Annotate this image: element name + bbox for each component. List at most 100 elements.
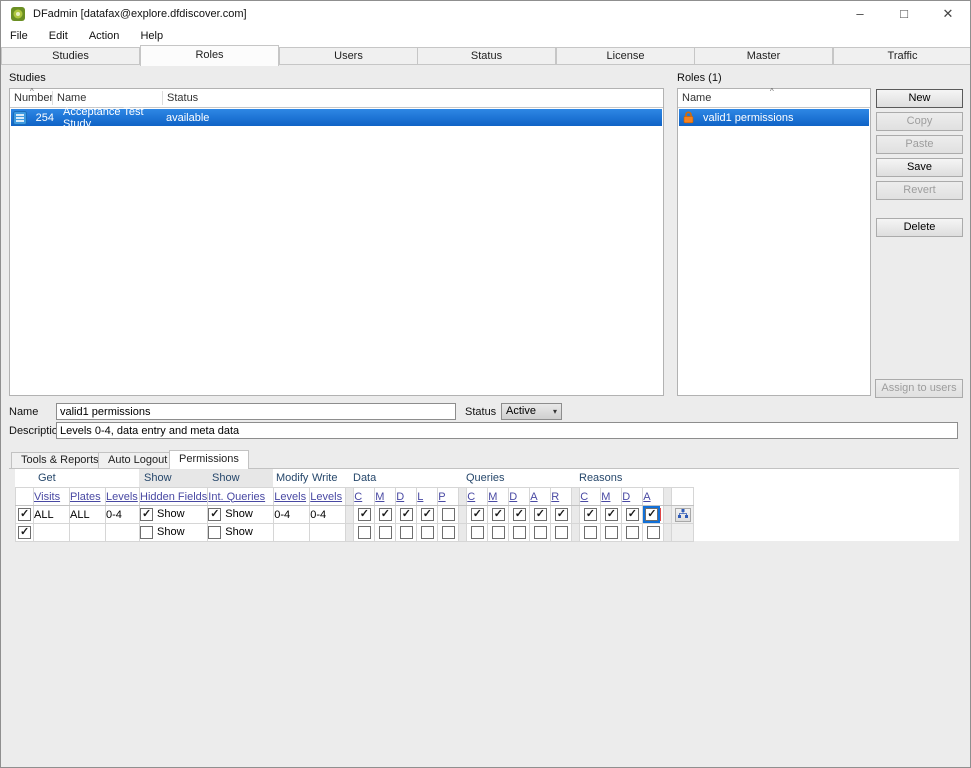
delete-button[interactable]: Delete bbox=[876, 218, 963, 237]
permission-row-1: ALL ALL 0-4 Show Show 0-4 0-4 bbox=[15, 505, 695, 524]
new-button[interactable]: New bbox=[876, 89, 963, 108]
tab-master[interactable]: Master bbox=[694, 47, 833, 65]
tab-roles[interactable]: Roles bbox=[140, 45, 279, 66]
row1-reasons-m-checkbox[interactable] bbox=[604, 507, 618, 521]
row2-visits[interactable] bbox=[33, 523, 70, 542]
row1-write-levels[interactable]: 0-4 bbox=[309, 505, 347, 524]
row1-queries-r-checkbox[interactable] bbox=[554, 507, 568, 521]
role-name-input[interactable] bbox=[56, 403, 456, 420]
studies-col-number[interactable]: Number bbox=[14, 89, 53, 108]
row2-plates[interactable] bbox=[69, 523, 106, 542]
col-plates[interactable]: Plates bbox=[69, 487, 106, 506]
menu-help[interactable]: Help bbox=[131, 27, 172, 45]
status-select[interactable]: Active ▾ bbox=[501, 403, 562, 420]
row1-reasons-d-checkbox[interactable] bbox=[625, 507, 639, 521]
col-reasons-m[interactable]: M bbox=[600, 487, 623, 506]
col-data-c[interactable]: C bbox=[353, 487, 376, 506]
col-visits[interactable]: Visits bbox=[33, 487, 70, 506]
col-queries-r[interactable]: R bbox=[550, 487, 573, 506]
row1-hierarchy-icon-button[interactable] bbox=[674, 507, 691, 522]
row2-int-queries-checkbox[interactable] bbox=[208, 526, 222, 539]
tab-tools-reports[interactable]: Tools & Reports bbox=[11, 452, 109, 469]
row2-data-c-checkbox[interactable] bbox=[357, 526, 371, 539]
copy-button[interactable]: Copy bbox=[876, 112, 963, 131]
roles-col-name[interactable]: Name bbox=[682, 89, 711, 108]
row2-queries-c-checkbox[interactable] bbox=[470, 526, 484, 539]
row2-enabled-checkbox[interactable] bbox=[18, 525, 31, 539]
row1-int-queries-checkbox[interactable] bbox=[208, 507, 222, 521]
row1-enabled-checkbox[interactable] bbox=[18, 507, 31, 521]
row2-data-l-checkbox[interactable] bbox=[420, 526, 434, 539]
col-modify-levels[interactable]: Levels bbox=[273, 487, 311, 506]
row2-levels[interactable] bbox=[105, 523, 140, 542]
chevron-down-icon: ▾ bbox=[552, 407, 557, 416]
tab-permissions[interactable]: Permissions bbox=[169, 450, 249, 469]
row1-data-m-checkbox[interactable] bbox=[378, 507, 392, 521]
assign-to-users-button[interactable]: Assign to users bbox=[875, 379, 963, 398]
maximize-icon[interactable]: □ bbox=[882, 1, 926, 27]
tab-studies[interactable]: Studies bbox=[1, 47, 140, 65]
col-data-d[interactable]: D bbox=[395, 487, 418, 506]
row1-visits[interactable]: ALL bbox=[33, 505, 70, 524]
row2-data-p-checkbox[interactable] bbox=[441, 526, 455, 539]
col-queries-d[interactable]: D bbox=[508, 487, 531, 506]
row2-write-levels[interactable] bbox=[309, 523, 347, 542]
row2-queries-r-checkbox[interactable] bbox=[554, 526, 568, 539]
tab-users[interactable]: Users bbox=[279, 47, 418, 65]
menu-file[interactable]: File bbox=[1, 27, 37, 45]
col-queries-a[interactable]: A bbox=[529, 487, 552, 506]
row2-queries-d-checkbox[interactable] bbox=[512, 526, 526, 539]
menu-action[interactable]: Action bbox=[80, 27, 129, 45]
role-row-selected[interactable]: valid1 permissions bbox=[679, 109, 869, 126]
row1-hidden-fields-checkbox[interactable] bbox=[140, 507, 153, 521]
col-reasons-c[interactable]: C bbox=[579, 487, 602, 506]
paste-button[interactable]: Paste bbox=[876, 135, 963, 154]
row1-modify-levels[interactable]: 0-4 bbox=[273, 505, 311, 524]
minimize-icon[interactable]: – bbox=[838, 1, 882, 27]
col-data-m[interactable]: M bbox=[374, 487, 397, 506]
col-hidden-fields[interactable]: Hidden Fields bbox=[138, 487, 209, 506]
row1-data-c-checkbox[interactable] bbox=[357, 507, 371, 521]
revert-button[interactable]: Revert bbox=[876, 181, 963, 200]
col-data-l[interactable]: L bbox=[416, 487, 439, 506]
row2-reasons-a-checkbox[interactable] bbox=[646, 526, 660, 539]
col-write-levels[interactable]: Levels bbox=[309, 487, 347, 506]
row1-data-d-checkbox[interactable] bbox=[399, 507, 413, 521]
col-reasons-a[interactable]: A bbox=[642, 487, 665, 506]
row2-reasons-m-checkbox[interactable] bbox=[604, 526, 618, 539]
row2-hidden-fields-checkbox[interactable] bbox=[140, 526, 153, 539]
row1-plates[interactable]: ALL bbox=[69, 505, 106, 524]
col-queries-c[interactable]: C bbox=[466, 487, 489, 506]
row1-reasons-c-checkbox[interactable] bbox=[583, 507, 597, 521]
row1-queries-a-checkbox[interactable] bbox=[533, 507, 547, 521]
row2-queries-a-checkbox[interactable] bbox=[533, 526, 547, 539]
row2-data-d-checkbox[interactable] bbox=[399, 526, 413, 539]
study-row-selected[interactable]: 254 Acceptance Test Study available bbox=[11, 106, 662, 130]
col-int-queries[interactable]: Int. Queries bbox=[207, 487, 275, 506]
tab-auto-logout[interactable]: Auto Logout bbox=[98, 452, 178, 469]
row1-queries-c-checkbox[interactable] bbox=[470, 507, 484, 521]
studies-col-status[interactable]: Status bbox=[167, 89, 198, 108]
col-levels[interactable]: Levels bbox=[105, 487, 140, 506]
col-reasons-d[interactable]: D bbox=[621, 487, 644, 506]
row2-reasons-c-checkbox[interactable] bbox=[583, 526, 597, 539]
tab-traffic[interactable]: Traffic bbox=[833, 47, 970, 65]
col-data-p[interactable]: P bbox=[437, 487, 460, 506]
save-button[interactable]: Save bbox=[876, 158, 963, 177]
row2-data-m-checkbox[interactable] bbox=[378, 526, 392, 539]
tab-status[interactable]: Status bbox=[417, 47, 556, 65]
col-queries-m[interactable]: M bbox=[487, 487, 510, 506]
description-input[interactable] bbox=[56, 422, 958, 439]
row2-modify-levels[interactable] bbox=[273, 523, 311, 542]
tab-license[interactable]: License bbox=[556, 47, 695, 65]
close-icon[interactable]: ✕ bbox=[926, 1, 970, 27]
row1-data-p-checkbox[interactable] bbox=[441, 508, 455, 521]
menu-edit[interactable]: Edit bbox=[40, 27, 77, 45]
row1-levels[interactable]: 0-4 bbox=[105, 505, 140, 524]
row2-queries-m-checkbox[interactable] bbox=[491, 526, 505, 539]
row1-reasons-a-checkbox[interactable] bbox=[643, 506, 661, 523]
row1-data-l-checkbox[interactable] bbox=[420, 507, 434, 521]
row1-queries-m-checkbox[interactable] bbox=[491, 507, 505, 521]
row2-reasons-d-checkbox[interactable] bbox=[625, 526, 639, 539]
row1-queries-d-checkbox[interactable] bbox=[512, 507, 526, 521]
